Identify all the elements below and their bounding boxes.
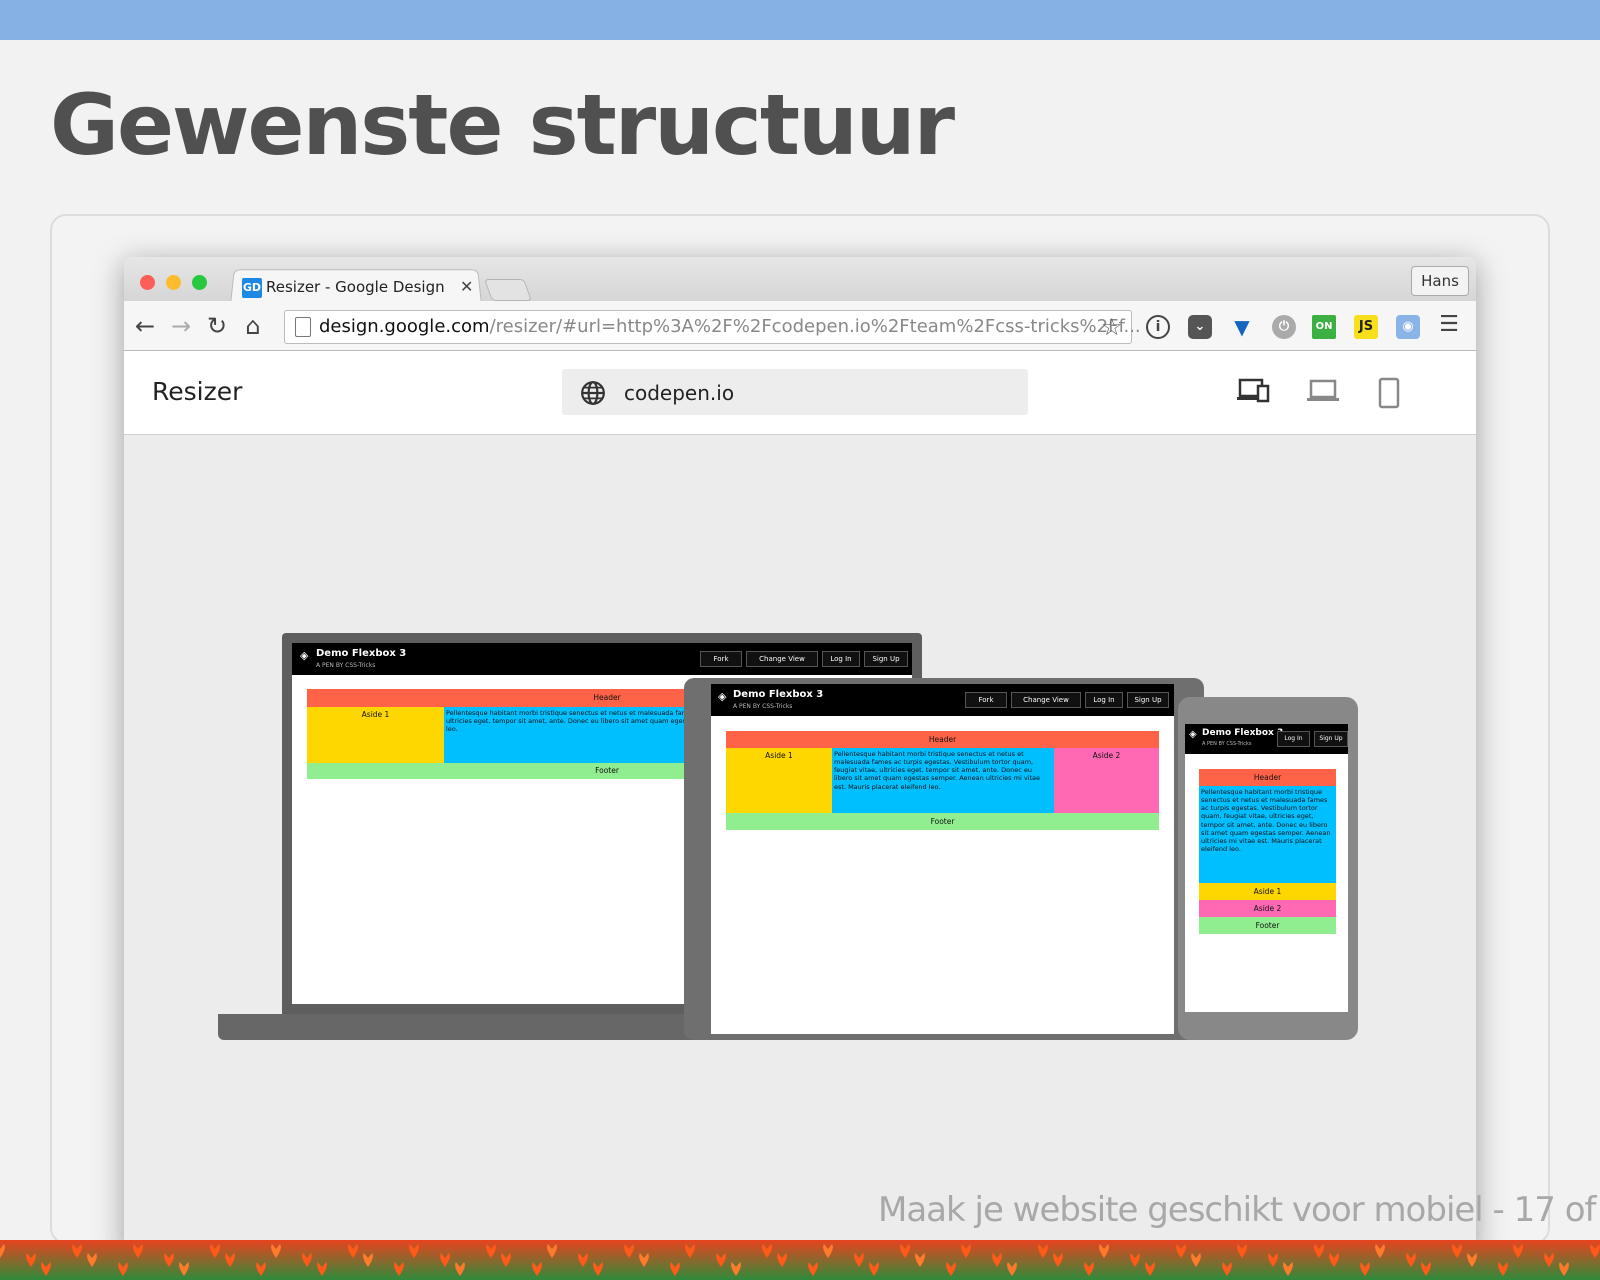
layout-main: Pellentesque habitant morbi tristique se… bbox=[1199, 786, 1336, 883]
home-icon[interactable]: ⌂ bbox=[240, 311, 266, 341]
layout-main: Pellentesque habitant morbi tristique se… bbox=[832, 748, 1054, 813]
codepen-bar: ◈ Demo Flexbox 3 A PEN BY CSS-Tricks For… bbox=[292, 643, 912, 675]
codepen-bar: ◈ Demo Flexbox 3 A PEN BY CSS-Tricks Log… bbox=[1185, 724, 1348, 754]
top-accent-bar bbox=[0, 0, 1600, 40]
layout-header: Header bbox=[726, 731, 1159, 748]
tulip-decoration bbox=[0, 1240, 1600, 1280]
fork-button[interactable]: Fork bbox=[700, 651, 742, 667]
change-view-button[interactable]: Change View bbox=[1011, 692, 1081, 708]
slide-title: Gewenste structuur bbox=[50, 76, 955, 174]
pen-author: A PEN BY CSS-Tricks bbox=[316, 662, 376, 669]
change-view-button[interactable]: Change View bbox=[746, 651, 818, 667]
address-bar[interactable]: design.google.com/resizer/#url=http%3A%2… bbox=[284, 310, 1141, 344]
layout-aside-1: Aside 1 bbox=[726, 748, 832, 813]
minimize-window-icon[interactable] bbox=[166, 275, 181, 290]
tab-title[interactable]: Resizer - Google Design bbox=[266, 278, 445, 296]
devices-icon[interactable] bbox=[1236, 377, 1270, 405]
phone-icon[interactable] bbox=[1378, 377, 1400, 409]
url-search-field[interactable]: codepen.io bbox=[562, 369, 1028, 415]
forward-icon[interactable]: → bbox=[168, 311, 194, 341]
pen-name: Demo Flexbox 3 bbox=[733, 689, 824, 700]
info-extension-icon[interactable]: i bbox=[1146, 315, 1170, 339]
reload-icon[interactable]: ↻ bbox=[204, 311, 230, 341]
layout-header: Header bbox=[1199, 769, 1336, 786]
sign-up-button[interactable]: Sign Up bbox=[864, 651, 908, 667]
log-in-button[interactable]: Log In bbox=[822, 651, 860, 667]
power-extension-icon[interactable]: ⏻ bbox=[1272, 315, 1296, 339]
back-icon[interactable]: ← bbox=[132, 311, 158, 341]
phone-device: ◈ Demo Flexbox 3 A PEN BY CSS-Tricks Log… bbox=[1178, 697, 1358, 1040]
on-extension-icon[interactable]: ON bbox=[1312, 315, 1336, 339]
pen-author: A PEN BY CSS-Tricks bbox=[733, 703, 793, 710]
layout-aside-1: Aside 1 bbox=[307, 707, 444, 763]
codepen-logo-icon: ◈ bbox=[718, 690, 727, 703]
favicon-icon: GD bbox=[242, 278, 262, 298]
phone-screen: ◈ Demo Flexbox 3 A PEN BY CSS-Tricks Log… bbox=[1185, 724, 1348, 1012]
layout-aside-2: Aside 2 bbox=[1199, 900, 1336, 917]
fork-button[interactable]: Fork bbox=[965, 692, 1007, 708]
maximize-window-icon[interactable] bbox=[192, 275, 207, 290]
tab-close-icon[interactable]: ✕ bbox=[460, 277, 473, 296]
shield-extension-icon[interactable]: ▼ bbox=[1230, 315, 1254, 339]
resizer-header: Resizer codepen.io bbox=[124, 351, 1476, 435]
sign-up-button[interactable]: Sign Up bbox=[1314, 731, 1348, 747]
camera-icon[interactable]: ◉ bbox=[1396, 315, 1420, 339]
sign-up-button[interactable]: Sign Up bbox=[1127, 692, 1169, 708]
search-value[interactable]: codepen.io bbox=[624, 381, 734, 405]
page-icon bbox=[295, 317, 311, 337]
pen-author: A PEN BY CSS-Tricks bbox=[1202, 741, 1252, 747]
close-window-icon[interactable] bbox=[140, 275, 155, 290]
laptop-base bbox=[218, 1014, 708, 1040]
url-text[interactable]: design.google.com/resizer/#url=http%3A%2… bbox=[319, 316, 1141, 337]
browser-titlebar: GD Resizer - Google Design ✕ Hans bbox=[124, 257, 1476, 304]
browser-toolbar: ← → ↻ ⌂ design.google.com/resizer/#url=h… bbox=[124, 301, 1476, 351]
resizer-title: Resizer bbox=[152, 377, 243, 406]
pocket-icon[interactable]: ⌄ bbox=[1188, 315, 1212, 339]
codepen-bar: ◈ Demo Flexbox 3 A PEN BY CSS-Tricks For… bbox=[711, 684, 1174, 716]
layout-aside-1: Aside 1 bbox=[1199, 883, 1336, 900]
codepen-logo-icon: ◈ bbox=[1189, 729, 1197, 740]
js-extension-icon[interactable]: JS bbox=[1354, 315, 1378, 339]
log-in-button[interactable]: Log In bbox=[1085, 692, 1123, 708]
layout-aside-2: Aside 2 bbox=[1054, 748, 1159, 813]
menu-icon[interactable]: ☰ bbox=[1436, 310, 1462, 340]
tulip-pattern-icon bbox=[0, 1240, 1600, 1280]
globe-icon bbox=[581, 381, 605, 405]
log-in-button[interactable]: Log In bbox=[1277, 731, 1310, 747]
new-tab-button[interactable] bbox=[483, 279, 533, 301]
profile-button[interactable]: Hans bbox=[1411, 266, 1469, 296]
tablet-screen: ◈ Demo Flexbox 3 A PEN BY CSS-Tricks For… bbox=[711, 684, 1174, 1034]
codepen-logo-icon: ◈ bbox=[300, 649, 309, 662]
laptop-icon[interactable] bbox=[1306, 377, 1340, 405]
slide-footer: Maak je website geschikt voor mobiel - 1… bbox=[878, 1190, 1600, 1230]
tablet-device: ◈ Demo Flexbox 3 A PEN BY CSS-Tricks For… bbox=[684, 678, 1204, 1040]
bookmark-star-icon[interactable]: ☆ bbox=[1101, 313, 1123, 341]
pen-name: Demo Flexbox 3 bbox=[316, 648, 407, 659]
pen-name: Demo Flexbox 3 bbox=[1202, 728, 1284, 738]
layout-footer: Footer bbox=[726, 813, 1159, 830]
layout-footer: Footer bbox=[1199, 917, 1336, 934]
browser-window: GD Resizer - Google Design ✕ Hans ← → ↻ … bbox=[124, 257, 1476, 1257]
